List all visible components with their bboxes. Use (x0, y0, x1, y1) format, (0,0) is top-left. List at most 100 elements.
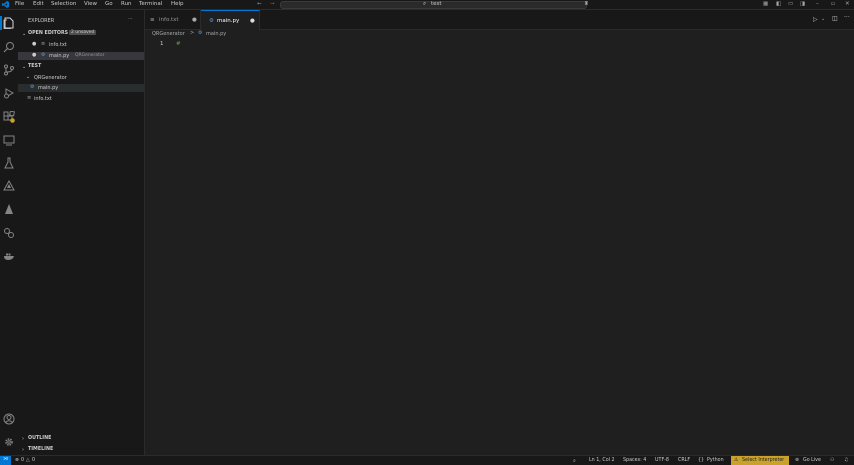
toggle-sidebar-icon[interactable]: ◧ (776, 1, 781, 7)
modified-dot-icon[interactable]: ● (32, 41, 36, 47)
testing-icon[interactable] (3, 157, 15, 169)
error-icon[interactable]: ⊗ (15, 458, 19, 463)
text-file-icon: ≡ (27, 95, 32, 101)
chevron-down-icon[interactable]: ⌄ (22, 31, 26, 37)
menu-selection[interactable]: Selection (51, 1, 76, 7)
breadcrumb: QRGenerator > ⚙ main.py (145, 30, 854, 39)
notifications-bell-icon[interactable]: ♫ (844, 458, 848, 463)
title-bar: File Edit Selection View Go Run Terminal… (0, 0, 854, 10)
explorer-title: EXPLORER (28, 18, 55, 24)
deploy-icon[interactable] (3, 203, 15, 215)
menu-go[interactable]: Go (105, 1, 113, 7)
settings-gear-icon[interactable] (3, 436, 15, 448)
nav-forward-icon[interactable]: → (270, 1, 275, 7)
tab-label: info.txt (159, 17, 179, 23)
encoding[interactable]: UTF-8 (655, 458, 669, 463)
minimize-icon[interactable]: – (816, 1, 819, 7)
select-interpreter-label: Select Interpreter (742, 458, 785, 463)
more-actions-icon[interactable]: ··· (128, 16, 133, 22)
warning-icon[interactable]: △ (26, 458, 30, 463)
search-text: test (431, 1, 442, 7)
modified-dot-icon[interactable]: ● (192, 17, 197, 23)
toggle-panel-icon[interactable]: ▭ (788, 1, 793, 7)
activity-bar (0, 10, 19, 455)
cursor-position[interactable]: Ln 1, Col 2 (589, 458, 615, 463)
search-icon[interactable] (3, 41, 15, 53)
vscode-logo-icon (2, 1, 9, 8)
maximize-icon[interactable]: ▫ (831, 1, 835, 7)
open-editor-filename: main.py (49, 53, 70, 59)
command-center-search[interactable]: ⌕ test (280, 1, 587, 9)
go-live-button[interactable]: Go Live (803, 458, 821, 463)
modified-dot-icon[interactable]: ● (250, 18, 255, 24)
breadcrumb-folder[interactable]: QRGenerator (152, 31, 185, 37)
close-window-icon[interactable]: ✕ (845, 1, 850, 7)
menu-view[interactable]: View (84, 1, 97, 7)
account-icon[interactable] (3, 413, 15, 425)
active-indicator (0, 16, 2, 30)
menu-edit[interactable]: Edit (33, 1, 44, 7)
menu-terminal[interactable]: Terminal (139, 1, 162, 7)
live-share-icon[interactable] (3, 227, 15, 239)
code-editor[interactable]: 1 # (145, 39, 854, 455)
unsaved-badge: 2 unsaved (69, 30, 97, 35)
outline-header[interactable]: OUTLINE (28, 436, 51, 441)
tree-file-row-selected[interactable] (18, 84, 144, 92)
chevron-right-icon[interactable]: › (22, 447, 24, 453)
tree-file[interactable]: main.py (38, 85, 58, 91)
chevron-down-icon[interactable]: ⌄ (22, 64, 26, 70)
text-file-icon: ≡ (150, 17, 155, 23)
search-icon: ⌕ (423, 1, 427, 7)
timeline-header[interactable]: TIMELINE (28, 447, 53, 452)
chevron-down-icon[interactable]: ⌄ (26, 74, 30, 80)
workspace-header[interactable]: TEST (28, 64, 41, 69)
chevron-down-icon[interactable]: ⌄ (821, 16, 825, 22)
toggle-secondary-sidebar-icon[interactable]: ◨ (800, 1, 805, 7)
tab-info-txt[interactable]: ≡ info.txt ● (145, 10, 201, 29)
source-control-icon[interactable] (3, 64, 15, 76)
remote-explorer-icon[interactable] (3, 134, 15, 146)
tree-file[interactable]: info.txt (34, 96, 52, 102)
run-python-file-icon[interactable]: ▷ (813, 16, 818, 23)
tab-label: main.py (217, 18, 240, 24)
python-file-icon: ⚙ (198, 30, 203, 36)
language-mode[interactable]: Python (707, 458, 724, 463)
zoom-icon[interactable]: ⌕ (573, 458, 576, 464)
accounts-icon[interactable]: ⚇ (830, 458, 834, 463)
docker-icon[interactable] (3, 250, 15, 262)
chevron-right-icon[interactable]: › (22, 436, 24, 442)
open-editors-header[interactable]: OPEN EDITORS (28, 31, 68, 36)
warning-icon: ⚠ (734, 458, 739, 463)
code-line[interactable]: # (176, 41, 181, 47)
extensions-icon[interactable] (3, 111, 15, 123)
breadcrumb-separator: > (190, 30, 195, 36)
explorer-icon[interactable] (3, 17, 15, 29)
azure-icon[interactable] (3, 180, 15, 192)
broadcast-icon[interactable]: ⊚ (795, 458, 799, 463)
error-count[interactable]: 0 (21, 458, 24, 463)
nav-back-icon[interactable]: ← (257, 1, 262, 7)
menu-run[interactable]: Run (121, 1, 132, 7)
folder-item[interactable]: QRGenerator (34, 75, 67, 81)
python-file-icon: ⚙ (30, 84, 35, 90)
python-file-icon: ⚙ (209, 18, 214, 24)
menu-help[interactable]: Help (171, 1, 184, 7)
tab-main-py[interactable]: ⚙ main.py ● (201, 10, 260, 30)
more-actions-icon[interactable]: ··· (844, 14, 850, 21)
run-debug-icon[interactable] (3, 87, 15, 99)
eol[interactable]: CRLF (678, 458, 690, 463)
customize-layout-icon[interactable]: ▦ (763, 1, 768, 7)
split-editor-icon[interactable]: ◫ (832, 15, 838, 22)
explorer-sidebar: EXPLORER ··· ⌄ OPEN EDITORS 2 unsaved ● … (18, 10, 145, 455)
line-number: 1 (160, 41, 164, 47)
remote-icon: ⋊ (3, 457, 8, 462)
breadcrumb-file[interactable]: main.py (206, 31, 226, 37)
text-file-icon: ≡ (41, 41, 46, 47)
modified-dot-icon[interactable]: ● (32, 52, 36, 58)
indentation[interactable]: Spaces: 4 (623, 458, 646, 463)
editor-tabs: ≡ info.txt ● ⚙ main.py ● ▷ ⌄ ◫ ··· (145, 10, 854, 30)
language-braces-icon[interactable]: {} (698, 458, 704, 463)
copilot-icon[interactable]: ♜ (584, 1, 589, 7)
menu-file[interactable]: File (15, 1, 24, 7)
warning-count[interactable]: 0 (32, 458, 35, 463)
